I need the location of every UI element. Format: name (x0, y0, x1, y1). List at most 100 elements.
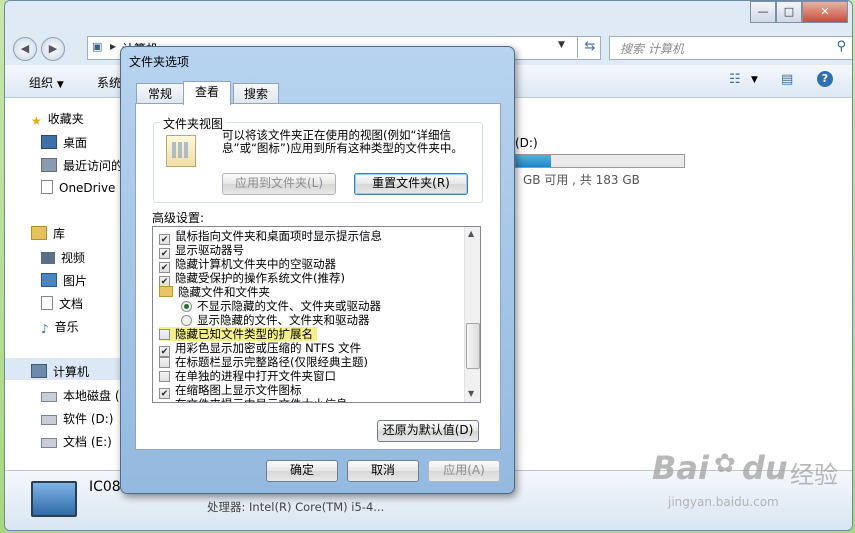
sidebar-item-drive-e[interactable]: 文档 (E:) (41, 433, 112, 450)
setting-label: 显示驱动器号 (175, 243, 244, 257)
apply-button[interactable]: 应用(A) (428, 460, 500, 482)
baidu-watermark: Bai ✿ du 经验 jingyan.baidu.com (650, 447, 850, 527)
setting-row[interactable]: 不显示隐藏的文件、文件夹或驱动器 (181, 299, 381, 313)
apply-to-folders-button[interactable]: 应用到文件夹(L) (222, 173, 336, 195)
sidebar-item-recent[interactable]: 最近访问的 (41, 157, 123, 174)
computer-large-icon (31, 481, 77, 517)
restore-defaults-button[interactable]: 还原为默认值(D) (377, 420, 479, 442)
watermark-brand: Bai (652, 449, 709, 487)
sidebar-label: 本地磁盘 ( (63, 389, 120, 403)
sidebar-favorites[interactable]: ★ 收藏夹 (31, 110, 84, 128)
sidebar-item-drive-d[interactable]: 软件 (D:) (41, 410, 113, 427)
radio-selected[interactable] (181, 301, 192, 312)
drive-icon (41, 392, 57, 402)
tab-search[interactable]: 搜索 (233, 83, 279, 104)
view-dropdown-icon[interactable]: ▼ (751, 75, 758, 85)
tab-view[interactable]: 查看 (183, 81, 231, 105)
ok-button[interactable]: 确定 (266, 460, 338, 482)
setting-label: 鼠标指向文件夹和桌面项时显示提示信息 (175, 229, 382, 243)
scroll-up-icon[interactable]: ▲ (468, 229, 474, 238)
chevron-down-icon: ▼ (56, 80, 64, 90)
setting-row[interactable]: ✔ 在缩略图上显示文件图标 (159, 383, 302, 399)
sidebar-libraries[interactable]: 库 (31, 225, 65, 242)
setting-row[interactable]: 在标题栏显示完整路径(仅限经典主题) (159, 355, 368, 369)
scroll-down-icon[interactable]: ▼ (468, 389, 474, 398)
checkbox-unchecked[interactable] (159, 357, 170, 368)
search-placeholder: 搜索 计算机 (620, 42, 684, 56)
search-input[interactable]: 搜索 计算机 ⚲ (609, 36, 852, 60)
breadcrumb-separator-icon: ▸ (110, 39, 117, 53)
paw-icon: ✿ (714, 449, 736, 479)
computer-name: IC08 (89, 479, 121, 495)
reset-folders-button[interactable]: 重置文件夹(R) (354, 173, 468, 195)
music-icon: ♪ (41, 322, 49, 336)
setting-label: 隐藏已知文件类型的扩展名 (175, 327, 313, 341)
view-options-icon[interactable]: ☷ (729, 72, 741, 87)
sidebar-label: 收藏夹 (47, 112, 84, 126)
preview-pane-icon[interactable]: ▤ (781, 72, 793, 87)
address-dropdown-icon[interactable]: ▼ (558, 40, 565, 50)
close-button[interactable]: ✕ (802, 1, 848, 23)
computer-icon (31, 364, 47, 378)
folder-views-description: 可以将该文件夹正在使用的视图(例如“详细信息”或“图标”)应用到所有这种类型的文… (222, 128, 463, 155)
sidebar-item-music[interactable]: ♪ 音乐 (41, 318, 79, 336)
settings-scrollbar[interactable]: ▲ ▼ (464, 227, 480, 402)
drive-icon (41, 438, 57, 448)
setting-row[interactable]: ✔ 在文件夹提示中显示文件大小信息 (159, 397, 348, 403)
sidebar-item-documents[interactable]: 文档 (41, 295, 83, 312)
help-icon[interactable]: ? (817, 71, 833, 87)
dialog-title: 文件夹选项 (129, 55, 190, 69)
search-icon[interactable]: ⚲ (836, 39, 846, 54)
scrollbar-thumb[interactable] (466, 323, 480, 369)
organize-label: 组织 (29, 76, 54, 90)
maximize-button[interactable]: □ (776, 1, 802, 23)
watermark-brand-2: du (742, 449, 788, 487)
sidebar-label: 文档 (59, 297, 84, 311)
advanced-settings-list[interactable]: ✔ 鼠标指向文件夹和桌面项时显示提示信息 ✔ 显示驱动器号 ✔ 隐藏计算机文件夹中的空驱动… (152, 226, 481, 403)
checkbox-unchecked[interactable] (159, 371, 170, 382)
minimize-button[interactable]: — (750, 1, 776, 23)
cancel-button[interactable]: 取消 (347, 460, 419, 482)
sidebar-label: 文档 (E:) (63, 435, 112, 449)
refresh-icon[interactable]: ⇆ (577, 36, 602, 58)
sidebar-item-pictures[interactable]: 图片 (41, 272, 87, 289)
setting-label: 在缩略图上显示文件图标 (175, 383, 302, 397)
document-icon (41, 296, 53, 310)
setting-row[interactable]: ✔ 隐藏受保护的操作系统文件(推荐) (159, 271, 345, 287)
sidebar-label: 计算机 (53, 365, 90, 379)
folder-options-dialog: 文件夹选项 常规 查看 搜索 文件夹视图 可以将该文件夹正在使用的视图(例如“详… (120, 46, 515, 494)
view-tab-panel: 文件夹视图 可以将该文件夹正在使用的视图(例如“详细信息”或“图标”)应用到所有… (135, 103, 501, 450)
sidebar-item-desktop[interactable]: 桌面 (41, 134, 87, 151)
organize-button[interactable]: 组织 ▼ (29, 74, 64, 91)
setting-row[interactable]: ✔ 鼠标指向文件夹和桌面项时显示提示信息 (159, 229, 382, 245)
checkbox-checked[interactable]: ✔ (159, 402, 170, 403)
setting-row[interactable]: ✔ 用彩色显示加密或压缩的 NTFS 文件 (159, 341, 361, 357)
star-icon: ★ (31, 114, 42, 128)
back-arrow-icon[interactable]: ◀ (13, 37, 37, 61)
setting-label: 不显示隐藏的文件、文件夹或驱动器 (197, 299, 381, 313)
sidebar-label: 音乐 (54, 320, 79, 334)
setting-row[interactable]: 在单独的进程中打开文件夹窗口 (159, 369, 336, 383)
sidebar-item-onedrive[interactable]: OneDrive (41, 180, 115, 195)
system-properties-button[interactable]: 系统 (97, 74, 121, 91)
library-icon (31, 226, 47, 240)
sidebar-computer[interactable]: 计算机 (31, 363, 89, 380)
setting-label: 显示隐藏的文件、文件夹和驱动器 (197, 313, 370, 327)
checkbox-unchecked[interactable] (159, 329, 170, 340)
setting-row[interactable]: 显示隐藏的文件、文件夹和驱动器 (181, 313, 370, 327)
setting-row[interactable]: ✔ 隐藏计算机文件夹中的空驱动器 (159, 257, 336, 273)
forward-arrow-icon[interactable]: ▶ (41, 37, 65, 61)
folder-views-label: 文件夹视图 (160, 115, 227, 132)
sidebar-label: 库 (53, 227, 66, 241)
setting-row[interactable]: 隐藏文件和文件夹 (159, 285, 270, 299)
video-icon (41, 252, 55, 264)
radio-unselected[interactable] (181, 315, 192, 326)
setting-row[interactable]: 隐藏已知文件类型的扩展名 (159, 327, 317, 341)
advanced-settings-label: 高级设置: (152, 211, 205, 225)
setting-row[interactable]: ✔ 显示驱动器号 (159, 243, 244, 259)
sidebar-item-local-disk[interactable]: 本地磁盘 ( (41, 387, 120, 404)
sidebar-label: 桌面 (63, 136, 88, 150)
sidebar-item-videos[interactable]: 视频 (41, 249, 85, 266)
tab-general[interactable]: 常规 (136, 83, 184, 104)
drive-d-label[interactable]: (D:) (515, 136, 538, 150)
